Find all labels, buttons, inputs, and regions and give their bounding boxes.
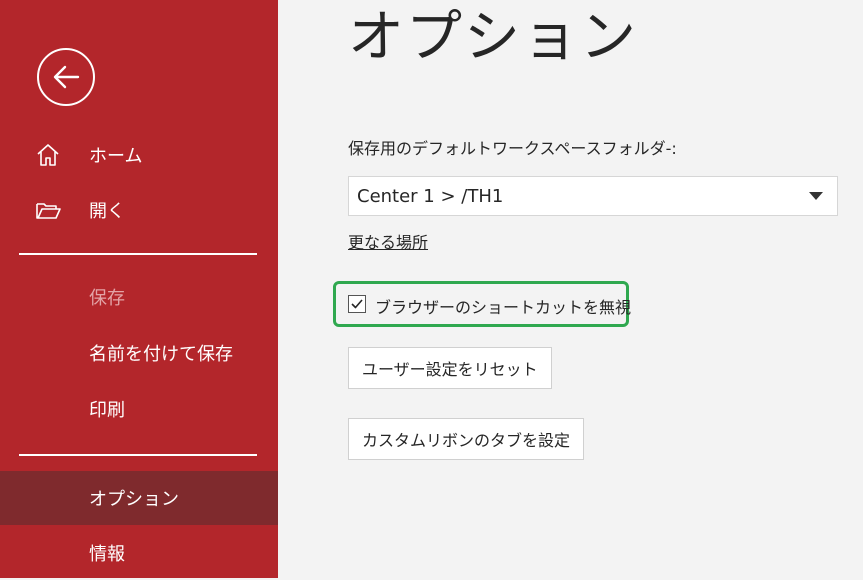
nav-item-info[interactable]: 情報	[0, 526, 278, 580]
back-button[interactable]	[37, 48, 95, 106]
sidebar-divider	[19, 454, 257, 456]
ignore-shortcuts-label[interactable]: ブラウザーのショートカットを無視	[375, 294, 631, 318]
more-locations-link[interactable]: 更なる場所	[348, 229, 428, 253]
workspace-folder-label: 保存用のデフォルトワークスペースフォルダ-:	[348, 135, 677, 159]
chevron-down-icon	[809, 192, 823, 200]
nav-item-options[interactable]: オプション	[0, 471, 278, 525]
nav-item-save: 保存	[0, 270, 278, 324]
custom-ribbon-tabs-button[interactable]: カスタムリボンのタブを設定	[348, 418, 584, 460]
nav-item-label: 名前を付けて保存	[89, 340, 233, 366]
ignore-shortcuts-checkbox[interactable]	[348, 295, 366, 313]
checkmark-icon	[350, 297, 364, 311]
home-icon	[34, 141, 62, 169]
back-arrow-icon	[52, 63, 80, 91]
nav-item-label: ホーム	[89, 142, 142, 168]
nav-item-open[interactable]: 開く	[0, 183, 278, 237]
options-panel: オプション 保存用のデフォルトワークスペースフォルダ-: Center 1 > …	[278, 0, 863, 578]
nav-item-print[interactable]: 印刷	[0, 382, 278, 436]
folder-open-icon	[34, 196, 62, 224]
nav-item-label: 開く	[89, 197, 125, 223]
reset-settings-button[interactable]: ユーザー設定をリセット	[348, 347, 552, 389]
nav-item-label: オプション	[89, 485, 179, 511]
nav-item-label: 情報	[89, 540, 125, 566]
nav-item-home[interactable]: ホーム	[0, 128, 278, 182]
page-title: オプション	[348, 0, 638, 76]
workspace-folder-select[interactable]: Center 1 > /TH1	[348, 176, 838, 216]
sidebar: ホーム 開く 保存 名前を付けて保存 印刷 オプション 情報	[0, 0, 278, 578]
workspace-folder-value: Center 1 > /TH1	[357, 186, 503, 207]
nav-item-save-as[interactable]: 名前を付けて保存	[0, 326, 278, 380]
nav-item-label: 保存	[89, 284, 125, 310]
sidebar-divider	[19, 253, 257, 255]
nav-item-label: 印刷	[89, 396, 125, 422]
